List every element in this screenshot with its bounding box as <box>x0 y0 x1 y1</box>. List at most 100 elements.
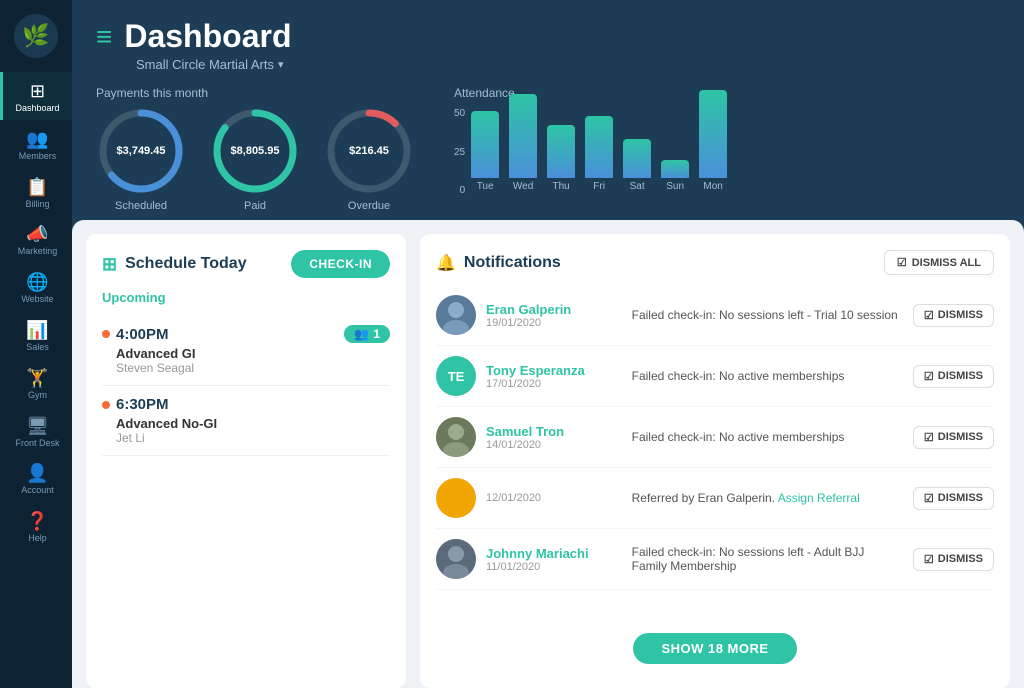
sidebar-item-sales[interactable]: 📊 Sales <box>0 311 72 359</box>
payments-section: Payments this month $3,749.45 Scheduled <box>96 86 414 212</box>
notification-item: 12/01/2020 Referred by Eran Galperin. As… <box>436 468 994 529</box>
sidebar-item-account[interactable]: 👤 Account <box>0 454 72 502</box>
chart-container: 50 25 0 TueWedThuFriSatSunMon <box>454 106 1000 196</box>
frontdesk-icon: 🖥 <box>26 417 49 435</box>
gauge-label-scheduled: Scheduled <box>115 200 167 212</box>
sidebar-item-frontdesk[interactable]: 🖥 Front Desk <box>0 407 72 455</box>
avatar: TE <box>436 356 476 396</box>
sidebar-label-members: Members <box>19 151 57 162</box>
notification-name[interactable]: Tony Esperanza <box>486 363 622 378</box>
sidebar-item-marketing[interactable]: 📣 Marketing <box>0 215 72 263</box>
checkmark-icon: ☑ <box>924 370 934 383</box>
chart-bar <box>547 125 575 178</box>
header-dashboard-icon: ≡ <box>96 21 112 53</box>
sidebar-item-help[interactable]: ❓ Help <box>0 502 72 550</box>
sidebar-label-account: Account <box>21 485 54 496</box>
sidebar-label-sales: Sales <box>26 342 49 353</box>
session-item: 4:00PM 👥 1 Advanced GI Steven Seagal <box>102 315 390 386</box>
org-name: Small Circle Martial Arts <box>136 57 274 72</box>
sidebar-item-website[interactable]: 🌐 Website <box>0 263 72 311</box>
notification-item: Samuel Tron 14/01/2020 Failed check-in: … <box>436 407 994 468</box>
main-area: ≡ Dashboard Small Circle Martial Arts ▾ … <box>72 0 1024 688</box>
notification-message: Failed check-in: No sessions left - Adul… <box>632 545 903 573</box>
session-time: 4:00PM <box>102 326 169 343</box>
members-icon: 👥 <box>26 130 48 148</box>
organization-switcher[interactable]: Small Circle Martial Arts ▾ <box>136 57 1000 72</box>
dashboard-icon: ⊞ <box>30 82 45 100</box>
dismiss-label: DISMISS <box>938 309 983 321</box>
account-icon: 👤 <box>26 464 48 482</box>
notification-name[interactable]: Eran Galperin <box>486 302 622 317</box>
notification-content: Samuel Tron 14/01/2020 <box>486 424 622 451</box>
notifications-title-text: Notifications <box>464 254 561 272</box>
notification-name[interactable]: Samuel Tron <box>486 424 622 439</box>
dismiss-button[interactable]: ☑ DISMISS <box>913 426 994 449</box>
sidebar-item-dashboard[interactable]: ⊞ Dashboard <box>0 72 72 120</box>
dismiss-all-button[interactable]: ☑ DISMISS ALL <box>884 250 994 275</box>
upcoming-label: Upcoming <box>102 290 390 305</box>
session-time-row: 6:30PM <box>102 396 390 413</box>
gauge-amount-paid: $8,805.95 <box>231 145 280 157</box>
bar-group: Mon <box>699 90 727 192</box>
sidebar-label-gym: Gym <box>28 390 47 401</box>
session-time: 6:30PM <box>102 396 169 413</box>
dismiss-button[interactable]: ☑ DISMISS <box>913 365 994 388</box>
session-item: 6:30PM Advanced No-GI Jet Li <box>102 386 390 456</box>
chart-bar <box>585 116 613 178</box>
bar-group: Tue <box>471 111 499 192</box>
chevron-down-icon: ▾ <box>278 58 284 71</box>
session-name: Advanced No-GI <box>116 416 390 431</box>
bell-icon: 🔔 <box>436 253 456 273</box>
checkmark-icon: ☑ <box>924 553 934 566</box>
assign-referral-link[interactable]: Assign Referral <box>778 491 860 505</box>
time-dot-icon <box>102 330 110 338</box>
gauge-scheduled: $3,749.45 Scheduled <box>96 106 186 212</box>
notification-name[interactable]: Johnny Mariachi <box>486 546 622 561</box>
gauges-row: $3,749.45 Scheduled $8,805.95 Paid <box>96 106 414 212</box>
bar-group: Thu <box>547 125 575 192</box>
sidebar-item-members[interactable]: 👥 Members <box>0 120 72 168</box>
notification-date: 11/01/2020 <box>486 561 622 573</box>
checkin-button[interactable]: CHECK-IN <box>291 250 390 278</box>
notification-content: Johnny Mariachi 11/01/2020 <box>486 546 622 573</box>
session-time-text: 4:00PM <box>116 326 169 343</box>
schedule-title: ⊞ Schedule Today <box>102 254 247 275</box>
gauge-label-overdue: Overdue <box>348 200 390 212</box>
gauge-overdue: $216.45 Overdue <box>324 106 414 212</box>
notification-content: Tony Esperanza 17/01/2020 <box>486 363 622 390</box>
schedule-icon: ⊞ <box>102 254 117 275</box>
sidebar-item-billing[interactable]: 📋 Billing <box>0 168 72 216</box>
notification-content: Eran Galperin 19/01/2020 <box>486 302 622 329</box>
gym-icon: 🏋 <box>26 369 48 387</box>
logo-icon: 🌿 <box>14 14 58 58</box>
schedule-header: ⊞ Schedule Today CHECK-IN <box>102 250 390 278</box>
notification-content: 12/01/2020 <box>486 492 622 504</box>
sidebar-label-frontdesk: Front Desk <box>15 438 59 449</box>
notifications-list: Eran Galperin 19/01/2020 Failed check-in… <box>436 285 994 619</box>
notification-item: Johnny Mariachi 11/01/2020 Failed check-… <box>436 529 994 590</box>
stats-row: Payments this month $3,749.45 Scheduled <box>72 82 1024 220</box>
avatar <box>436 539 476 579</box>
dismiss-label: DISMISS <box>938 431 983 443</box>
notifications-header: 🔔 Notifications ☑ DISMISS ALL <box>436 250 994 275</box>
content-area: ⊞ Schedule Today CHECK-IN Upcoming 4:00P… <box>72 220 1024 688</box>
sidebar-item-gym[interactable]: 🏋 Gym <box>0 359 72 407</box>
checkmark-icon: ☑ <box>924 431 934 444</box>
help-icon: ❓ <box>26 512 48 530</box>
notification-item: Eran Galperin 19/01/2020 Failed check-in… <box>436 285 994 346</box>
session-instructor: Jet Li <box>116 431 390 445</box>
dismiss-button[interactable]: ☑ DISMISS <box>913 548 994 571</box>
dismiss-button[interactable]: ☑ DISMISS <box>913 304 994 327</box>
attendee-badge[interactable]: 👥 1 <box>344 325 390 343</box>
y-axis: 50 25 0 <box>454 108 465 196</box>
y-label-mid: 25 <box>454 147 465 158</box>
notifications-title: 🔔 Notifications <box>436 253 561 273</box>
sidebar: 🌿 ⊞ Dashboard 👥 Members 📋 Billing 📣 Mark… <box>0 0 72 688</box>
gauge-label-paid: Paid <box>244 200 266 212</box>
notification-message: Failed check-in: No active memberships <box>632 430 903 444</box>
dismiss-button[interactable]: ☑ DISMISS <box>913 487 994 510</box>
dismiss-label: DISMISS <box>938 553 983 565</box>
website-icon: 🌐 <box>26 273 48 291</box>
gauge-circle-paid: $8,805.95 <box>210 106 300 196</box>
show-more-button[interactable]: SHOW 18 MORE <box>633 633 796 664</box>
